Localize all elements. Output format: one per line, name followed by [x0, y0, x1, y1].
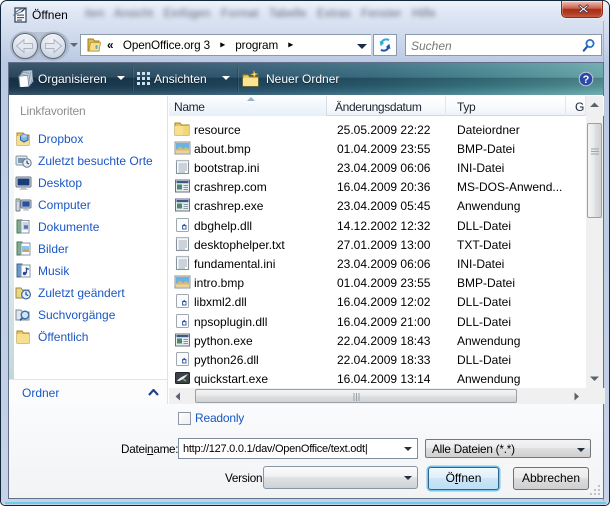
- svg-text:?: ?: [583, 74, 590, 86]
